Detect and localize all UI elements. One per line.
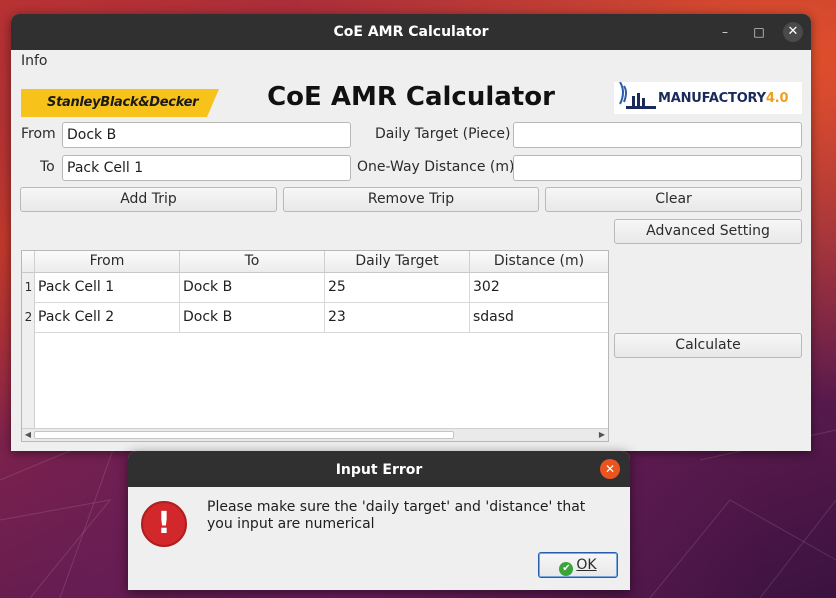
- manufactory-logo: MANUFACTORY4.0: [614, 82, 802, 114]
- distance-label: One-Way Distance (m): [357, 159, 515, 175]
- table-row[interactable]: Pack Cell 2 Dock B 23 sdasd: [35, 303, 608, 333]
- manufactory-name: MANUFACTORY: [658, 91, 766, 106]
- table-cell-distance[interactable]: 302: [470, 273, 608, 303]
- column-header-from[interactable]: From: [35, 251, 180, 273]
- table-cell-from[interactable]: Pack Cell 2: [35, 303, 180, 333]
- window-title: CoE AMR Calculator: [333, 24, 489, 40]
- to-field[interactable]: Pack Cell 1: [62, 155, 351, 181]
- manufactory-logo-mark: [619, 82, 656, 109]
- row-header-column: 1 2: [22, 273, 35, 428]
- close-icon[interactable]: ✕: [783, 22, 803, 42]
- scroll-left-icon[interactable]: ◀: [22, 429, 34, 441]
- trips-table[interactable]: From To Daily Target Distance (m) 1 2 Pa…: [21, 250, 609, 442]
- advanced-setting-button[interactable]: Advanced Setting: [614, 219, 802, 244]
- table-cell-daily-target[interactable]: 25: [325, 273, 470, 303]
- remove-trip-button[interactable]: Remove Trip: [283, 187, 539, 212]
- menu-info[interactable]: Info: [21, 53, 48, 69]
- column-header-distance[interactable]: Distance (m): [470, 251, 608, 273]
- table-header: From To Daily Target Distance (m): [22, 251, 608, 273]
- daily-target-field[interactable]: [513, 122, 802, 148]
- row-header[interactable]: 2: [22, 310, 35, 324]
- to-label: To: [40, 159, 55, 175]
- scrollbar-thumb[interactable]: [34, 431, 454, 439]
- error-icon: !: [141, 501, 187, 547]
- table-cell-to[interactable]: Dock B: [180, 303, 325, 333]
- ok-button-label: OK: [576, 557, 597, 573]
- column-header-to[interactable]: To: [180, 251, 325, 273]
- distance-field[interactable]: [513, 155, 802, 181]
- dialog-close-icon[interactable]: ✕: [600, 459, 620, 479]
- table-cell-distance[interactable]: sdasd: [470, 303, 608, 333]
- main-window: CoE AMR Calculator – □ ✕ Info StanleyBla…: [11, 14, 811, 451]
- input-error-dialog: Input Error ✕ ! Please make sure the 'da…: [128, 451, 630, 590]
- scroll-right-icon[interactable]: ▶: [596, 429, 608, 441]
- maximize-icon[interactable]: □: [749, 22, 769, 42]
- table-cell-to[interactable]: Dock B: [180, 273, 325, 303]
- horizontal-scrollbar[interactable]: ◀ ▶: [22, 428, 608, 441]
- checkmark-icon: ✔: [559, 562, 574, 576]
- table-row[interactable]: Pack Cell 1 Dock B 25 302: [35, 273, 608, 303]
- calculate-button[interactable]: Calculate: [614, 333, 802, 358]
- table-corner: [22, 251, 35, 273]
- table-cell-from[interactable]: Pack Cell 1: [35, 273, 180, 303]
- row-header[interactable]: 1: [22, 280, 35, 294]
- window-titlebar[interactable]: CoE AMR Calculator – □ ✕: [11, 14, 811, 50]
- dialog-titlebar[interactable]: Input Error ✕: [128, 451, 630, 487]
- manufactory-logo-text: MANUFACTORY4.0: [658, 91, 789, 106]
- dialog-message: Please make sure the 'daily target' and …: [207, 499, 586, 532]
- minimize-icon[interactable]: –: [715, 22, 735, 42]
- daily-target-label: Daily Target (Piece): [375, 126, 511, 142]
- add-trip-button[interactable]: Add Trip: [20, 187, 277, 212]
- from-label: From: [21, 126, 56, 142]
- column-header-daily-target[interactable]: Daily Target: [325, 251, 470, 273]
- table-cell-daily-target[interactable]: 23: [325, 303, 470, 333]
- ok-button[interactable]: ✔ OK: [538, 552, 618, 578]
- clear-button[interactable]: Clear: [545, 187, 802, 212]
- manufactory-version: 4.0: [765, 91, 789, 106]
- dialog-title: Input Error: [335, 462, 423, 478]
- menubar: Info: [11, 50, 811, 72]
- from-field[interactable]: Dock B: [62, 122, 351, 148]
